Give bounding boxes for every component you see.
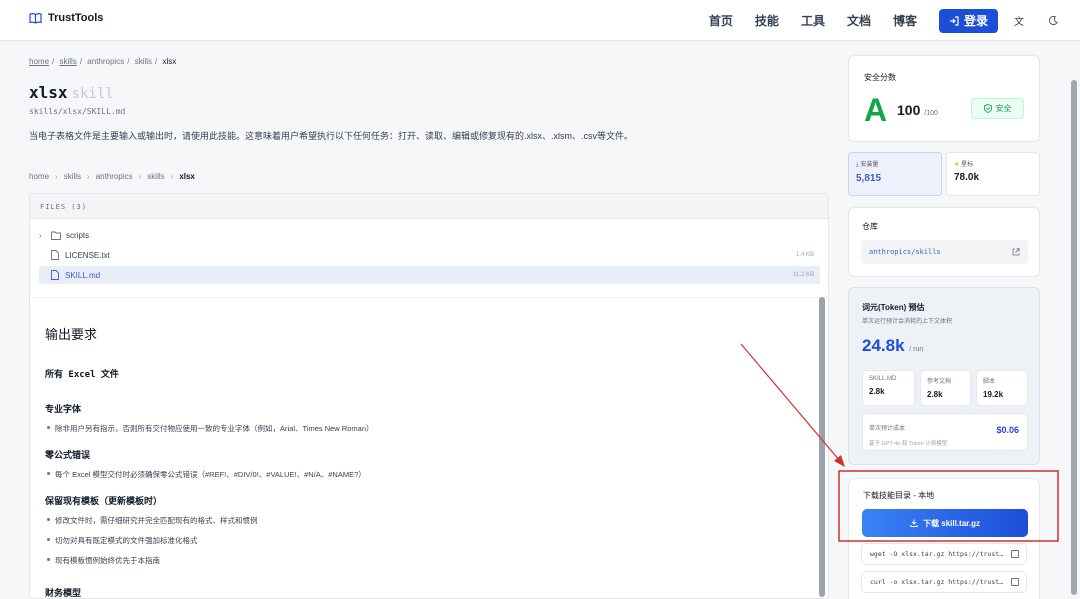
installs-label: ⤓ 安装量 [856,162,879,168]
nav-tools[interactable]: 工具 [801,12,825,29]
token-box-scripts: 脚本 19.2k [976,370,1028,406]
crumb-current: xlsx [162,57,177,66]
chevron-right-icon: › [39,230,42,240]
repo-label: 仓库 [862,222,878,231]
doc-heading: 输出要求 [45,327,98,342]
page-title: xlsx skill [29,83,114,102]
curl-command[interactable]: curl -o xlsx.tar.gz https://trust… [861,571,1027,593]
dark-mode-icon[interactable] [1046,14,1060,28]
token-title: 词元(Token) 预估 [862,303,925,312]
cost-note: 基于 GPT-4o 和 Token 计费模型 [869,441,948,447]
nav-home[interactable]: 首页 [709,12,733,29]
book-icon [29,13,42,24]
file-row-scripts[interactable]: › scripts [39,226,820,244]
token-subtitle: 单次运行预计会消耗的上下文体积 [862,319,953,325]
list-item: 除非用户另有指示，否则所有交付物应使用一致的专业字体（例如，Arial、Time… [45,423,805,434]
security-card: 安全分数 A 100 /100 安全 [848,55,1040,142]
brand-logo[interactable]: TrustTools [29,12,103,24]
main-content: home / skills / anthropics / skills / xlsx x… [0,41,840,599]
file-icon [51,250,59,260]
crumb2-current: xlsx [179,172,195,181]
doc-section-title: 所有 Excel 文件 [45,370,119,380]
file-icon [51,270,59,280]
wget-command[interactable]: wget -O xlsx.tar.gz https://trust… [861,543,1027,565]
external-link-icon [1012,248,1020,256]
stars-value: 78.0k [954,172,980,183]
copy-icon[interactable] [1011,550,1019,558]
token-estimate-card: 词元(Token) 预估 单次运行预计会消耗的上下文体积 24.8k / run… [848,287,1040,465]
download-icon [910,519,918,527]
main-nav: 首页 技能 工具 文档 博客 登录 文 [709,0,1080,41]
nav-blog[interactable]: 博客 [893,12,917,29]
download-icon: ⤓ [856,162,859,168]
files-header: FILES (3) [30,194,828,219]
cost-value: $0.06 [996,425,1019,435]
star-icon: ★ [954,162,960,168]
repo-link[interactable]: anthropics/skills [861,240,1028,264]
download-button[interactable]: 下载 skill.tar.gz [862,509,1028,537]
crumb-anthropics[interactable]: anthropics [87,57,124,66]
file-size: 11.2 KB [793,272,814,278]
page-scrollbar[interactable] [1071,80,1077,595]
copy-icon[interactable] [1011,578,1019,586]
crumb-skills-2[interactable]: skills [135,57,152,66]
doc-section-title: 财务模型 [45,588,82,598]
file-size: 1.4 KB [795,252,814,258]
list-item: 现有模板惯例始终优先于本指南 [45,555,805,566]
doc-section-title: 零公式错误 [45,450,91,460]
security-score: 100 /100 [897,102,938,118]
installs-value: 5,815 [856,173,882,184]
stars-card: ★ 星标 78.0k [946,152,1040,196]
brand-name: TrustTools [48,12,104,24]
breadcrumb-files: home › skills › anthropics › skills › xlsx [29,172,195,181]
crumb2-skills-2[interactable]: skills [147,172,164,181]
file-browser: FILES (3) › scripts LICENSE.txt 1.4 KB S… [29,193,829,599]
file-row-skill-md[interactable]: SKILL.md 11.2 KB [39,266,820,284]
login-button[interactable]: 登录 [938,8,998,33]
cost-box: 单次预计成本 基于 GPT-4o 和 Token 计费模型 $0.06 [862,413,1028,451]
list-item: 每个 Excel 模型交付时必须确保零公式错误（#REF!、#DIV/0!、#V… [45,469,805,480]
security-grade: A [864,92,888,128]
page-description: 当电子表格文件是主要输入或输出时，请使用此技能。这意味着用户希望执行以下任何任务… [29,131,634,141]
safe-badge: 安全 [971,98,1024,119]
stars-label: ★ 星标 [954,162,974,168]
login-icon [949,15,959,26]
download-title: 下载技能目录 - 本地 [863,491,935,500]
security-label: 安全分数 [864,73,896,82]
repo-card: 仓库 anthropics/skills [848,207,1040,277]
crumb2-skills[interactable]: skills [64,172,81,181]
list-item: 修改文件时，需仔细研究并完全匹配现有的格式、样式和惯例 [45,515,805,526]
nav-skills[interactable]: 技能 [755,12,779,29]
list-item: 切勿对具有既定模式的文件强加标准化格式 [45,535,805,546]
shield-check-icon [983,104,992,113]
markdown-content: 输出要求 所有 Excel 文件 专业字体 除非用户另有指示，否则所有交付物应使… [45,324,805,598]
token-value: 24.8k / run [862,336,924,355]
doc-section-title: 保留现有模板（更新模板时） [45,496,163,506]
nav-docs[interactable]: 文档 [847,12,871,29]
crumb-home[interactable]: home [29,57,49,66]
skill-path: skills/xlsx/SKILL.md [29,107,126,116]
crumb2-anthropics[interactable]: anthropics [96,172,133,181]
folder-icon [51,231,61,240]
breadcrumb-top: home / skills / anthropics / skills / xlsx [29,57,177,66]
title-suffix: skill [71,86,114,102]
doc-section-title: 专业字体 [45,404,82,414]
crumb-skills[interactable]: skills [59,57,76,66]
token-box-refdocs: 参考文档 2.8k [920,370,971,406]
crumb2-home[interactable]: home [29,172,49,181]
content-scrollbar[interactable] [819,297,825,597]
file-row-license[interactable]: LICENSE.txt 1.4 KB [39,246,820,264]
top-header: TrustTools 首页 技能 工具 文档 博客 登录 文 [0,0,1080,41]
token-box-skillmd: SKILL.MD 2.8k [862,370,915,406]
installs-card: ⤓ 安装量 5,815 [848,152,942,196]
translate-icon[interactable]: 文 [1012,14,1026,28]
divider [30,297,828,298]
